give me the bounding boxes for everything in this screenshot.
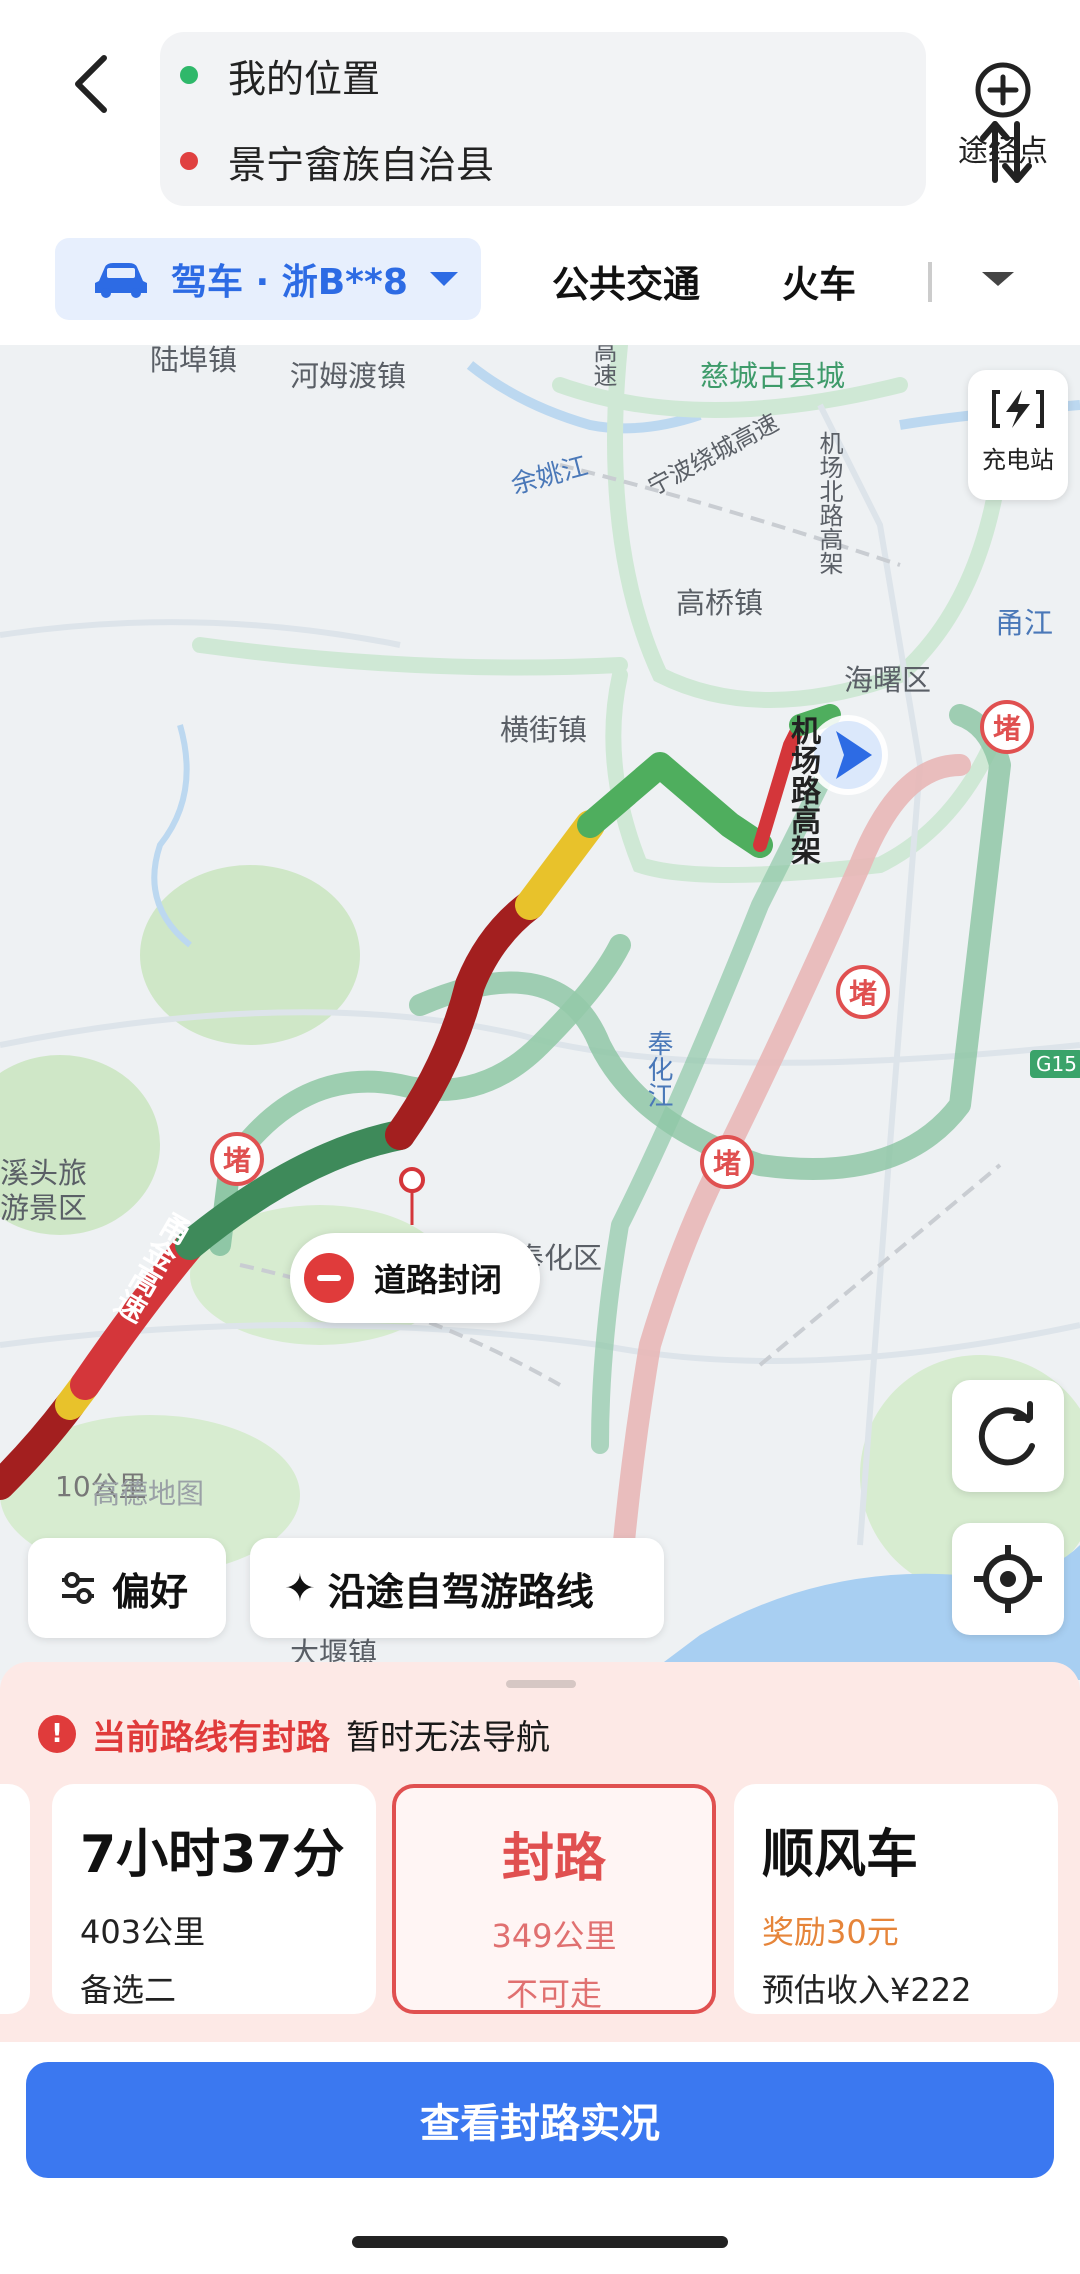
carpool-income: 预估收入¥222 [762,1971,972,2009]
preference-button[interactable]: 偏好 [28,1538,226,1638]
origin-field[interactable]: 我的位置 [180,40,380,110]
route-note: 不可走 [505,1975,602,2013]
route-distance: 349公里 [491,1917,617,1955]
route-distance: 403公里 [80,1913,206,1951]
more-tabs-icon[interactable] [982,272,1014,286]
lightning-icon [992,390,1044,428]
map-label-haishu: 海曙区 [844,663,932,697]
route-card-closed[interactable]: 封路 349公里 不可走 [392,1784,716,2014]
origin-text: 我的位置 [228,56,381,101]
carpool-bonus: 奖励30元 [762,1913,899,1951]
tab-train[interactable]: 火车 [782,254,856,308]
refresh-button[interactable] [952,1380,1064,1492]
map-view[interactable]: 陆埠镇 河姆渡镇 高速 慈城古县城 余姚江 宁波绕城高速 机场北路高架 高桥镇 … [0,345,1080,1680]
map-label-fenghua-river: 奉化江 [643,1030,673,1108]
route-card[interactable]: 7小时37分 403公里 备选二 [52,1784,376,2014]
map-label-yongjiang: 甬江 [995,606,1054,640]
plus-circle-icon [973,60,1033,120]
route-status: 封路 [501,1829,606,1889]
jam-marker[interactable]: 堵 [700,1135,754,1189]
map-label-tourist-b: 游景区 [0,1191,88,1225]
route-sheet: ! 当前路线有封路 暂时无法导航 7小时37分 403公里 备选二 封路 349… [0,1662,1080,2274]
map-watermark: 高德地图 [92,1477,205,1510]
transport-tabs: 驾车 · 浙B**8 公共交通 火车 [0,230,1080,330]
drag-handle[interactable] [506,1680,576,1688]
locate-button[interactable] [952,1523,1064,1635]
map-label-gaoqiao: 高桥镇 [676,586,764,620]
tab-drive[interactable]: 驾车 · 浙B**8 [55,238,481,320]
jam-marker[interactable]: 堵 [210,1132,264,1186]
map-label-hengjie: 横街镇 [500,713,588,747]
destination-field[interactable]: 景宁畲族自治县 [180,126,494,196]
map-label-expressway: 高速 [589,345,617,387]
preference-label: 偏好 [112,1569,189,1614]
add-waypoint-button[interactable]: 途经点 [948,60,1058,170]
scenic-route-label: 沿途自驾游路线 [327,1569,594,1614]
route-input-box: 我的位置 景宁畲族自治县 [160,32,1032,206]
refresh-icon [978,1401,1035,1466]
no-entry-icon [304,1253,354,1303]
waypoint-label: 途经点 [958,134,1048,169]
carpool-title: 顺风车 [762,1825,919,1885]
road-closed-label: 道路封闭 [374,1261,503,1299]
crosshair-icon [974,1545,1042,1613]
map-label-airport-elevated: 机场路高架 [785,715,820,865]
view-closure-button[interactable]: 查看封路实况 [26,2062,1054,2178]
route-tag: 备选二 [80,1971,177,2009]
charging-station-label: 充电站 [982,446,1054,474]
destination-dot-icon [180,152,198,170]
tab-divider [928,262,932,302]
map-label-cicheng: 慈城古县城 [700,359,846,393]
sliders-icon [62,1572,94,1604]
road-closed-tag[interactable]: 道路封闭 [290,1233,540,1323]
closure-alert: ! 当前路线有封路 暂时无法导航 [38,1704,550,1764]
alert-icon: ! [38,1715,76,1753]
car-icon [95,263,147,298]
scenic-route-button[interactable]: ✦ 沿途自驾游路线 [250,1538,664,1638]
route-options: 7小时37分 403公里 备选二 封路 349公里 不可走 顺风车 奖励30元 … [0,1784,1080,2024]
map-label-g15: G15 [1030,1050,1080,1078]
back-arrow-icon [75,55,107,113]
alert-title: 当前路线有封路 [92,1717,330,1758]
tab-transit[interactable]: 公共交通 [552,254,700,308]
map-label-hemudu: 河姆渡镇 [290,359,407,393]
jam-marker[interactable]: 堵 [836,965,890,1019]
sparkle-icon: ✦ [284,1566,316,1610]
route-time: 7小时37分 [80,1825,345,1885]
home-indicator [352,2236,728,2248]
route-card-prev-edge[interactable] [0,1784,30,2014]
map-label-airport-north: 机场北路高架 [815,431,843,575]
charging-station-button[interactable]: 充电站 [968,370,1068,500]
destination-text: 景宁畲族自治县 [228,142,495,187]
map-label-lubu: 陆埠镇 [150,345,238,377]
chevron-down-icon [429,272,458,286]
back-button[interactable] [60,44,130,124]
origin-dot-icon [180,66,198,84]
navigation-screen: 我的位置 景宁畲族自治县 途经点 驾车 · 浙B**8 公共交通 火车 陆埠镇 … [0,0,1080,2274]
alert-message: 暂时无法导航 [346,1717,550,1758]
jam-marker[interactable]: 堵 [980,700,1034,754]
route-header: 我的位置 景宁畲族自治县 途经点 驾车 · 浙B**8 公共交通 火车 [0,0,1080,345]
route-card-carpool[interactable]: 顺风车 奖励30元 预估收入¥222 [734,1784,1058,2014]
tab-drive-label: 驾车 · 浙B**8 [171,262,408,303]
